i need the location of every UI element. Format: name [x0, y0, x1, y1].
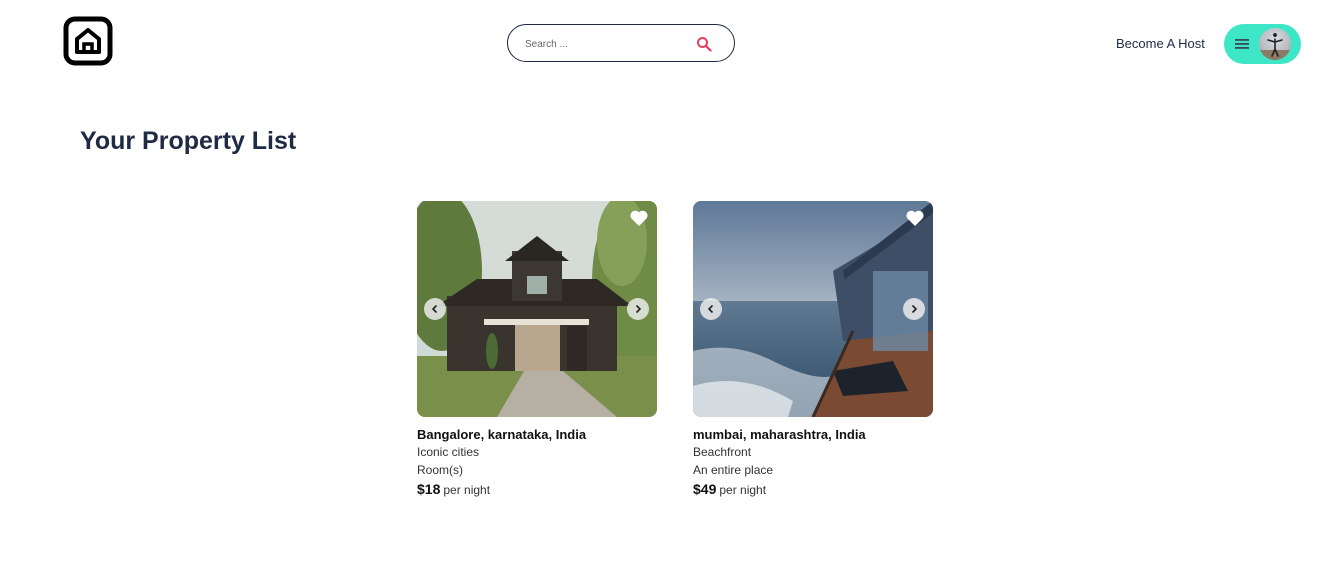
search-bar [507, 24, 735, 62]
chevron-left-icon [431, 304, 438, 314]
profile-menu-button[interactable] [1224, 24, 1301, 64]
price-value: $49 [693, 481, 717, 497]
property-type: An entire place [693, 463, 774, 477]
page-title: Your Property List [80, 127, 297, 155]
favorite-heart-icon[interactable] [905, 209, 925, 227]
next-image-button[interactable] [903, 298, 925, 320]
property-photo[interactable] [693, 201, 933, 417]
chevron-left-icon [707, 304, 714, 314]
next-image-button[interactable] [627, 298, 649, 320]
beachfront-image [693, 201, 933, 417]
property-photo[interactable] [417, 201, 657, 417]
favorite-heart-icon[interactable] [629, 209, 649, 227]
property-category: Beachfront [693, 445, 752, 459]
avatar [1259, 28, 1291, 60]
property-price: $49 per night [693, 481, 933, 497]
price-unit: per night [719, 483, 767, 497]
price-unit: per night [443, 483, 491, 497]
property-card[interactable]: Bangalore, karnataka, India Iconic citie… [417, 201, 657, 497]
property-type: Room(s) [417, 463, 464, 477]
previous-image-button[interactable] [424, 298, 446, 320]
price-value: $18 [417, 481, 441, 497]
property-category: Iconic cities [417, 445, 480, 459]
become-host-link[interactable]: Become A Host [1116, 36, 1205, 51]
property-location: Bangalore, karnataka, India [417, 427, 587, 442]
chevron-right-icon [911, 304, 918, 314]
chevron-right-icon [635, 304, 642, 314]
previous-image-button[interactable] [700, 298, 722, 320]
property-price: $18 per night [417, 481, 657, 497]
search-icon[interactable] [696, 36, 712, 52]
hamburger-menu-icon [1235, 39, 1249, 49]
search-input[interactable] [523, 34, 687, 54]
home-logo-icon[interactable] [63, 16, 113, 66]
property-card[interactable]: mumbai, maharashtra, India Beachfront An… [693, 201, 933, 497]
barn-house-image [417, 201, 657, 417]
property-location: mumbai, maharashtra, India [693, 427, 866, 442]
